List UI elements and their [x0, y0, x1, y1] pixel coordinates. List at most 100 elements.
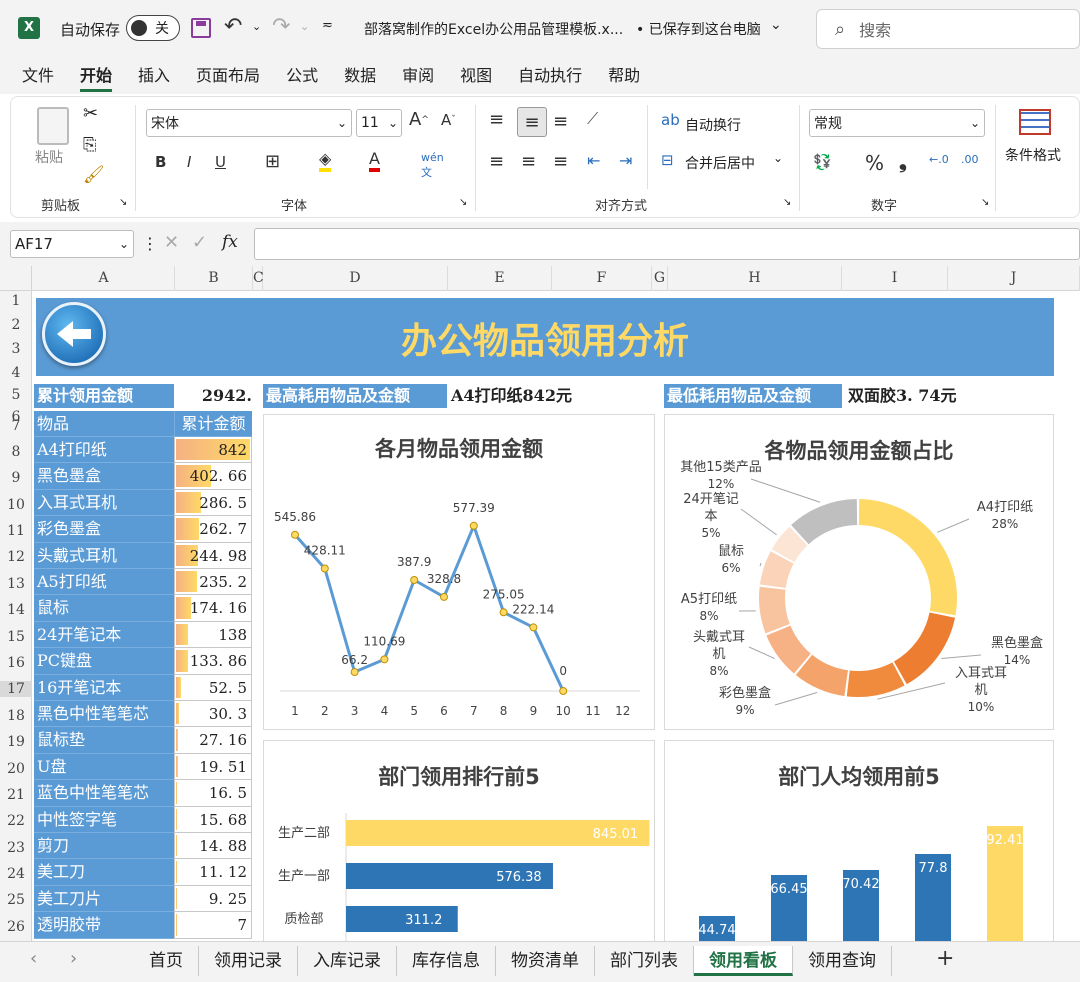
- sheet-tab[interactable]: 部门列表: [595, 946, 694, 976]
- font-size-select[interactable]: 11 ⌄: [356, 109, 402, 137]
- data-point[interactable]: [559, 687, 568, 695]
- cut-icon[interactable]: ✂: [83, 103, 98, 124]
- number-format-select[interactable]: 常规 ⌄: [809, 109, 985, 137]
- sheet-tab[interactable]: 入库记录: [298, 946, 397, 976]
- row-header[interactable]: 3: [0, 341, 32, 357]
- align-right-icon[interactable]: ≡: [553, 151, 568, 172]
- column-header-h[interactable]: H: [668, 266, 842, 291]
- column-header-e[interactable]: E: [448, 266, 552, 291]
- item-row[interactable]: A4打印纸 842: [34, 437, 254, 464]
- save-status-dropdown-icon[interactable]: ⌄: [770, 17, 782, 33]
- copy-icon[interactable]: ⎘: [83, 135, 97, 155]
- column-header-c[interactable]: C: [253, 266, 264, 291]
- row-header[interactable]: 7: [0, 418, 32, 434]
- row-header[interactable]: 14: [0, 602, 32, 618]
- tab-data[interactable]: 数据: [331, 58, 389, 94]
- item-row[interactable]: 鼠标 174. 16: [34, 595, 254, 622]
- data-point[interactable]: [499, 608, 508, 617]
- fill-color-icon[interactable]: ◈: [319, 149, 332, 172]
- row-header[interactable]: 5: [0, 387, 32, 403]
- item-row[interactable]: 头戴式耳机 244. 98: [34, 542, 254, 569]
- sheet-tab[interactable]: 领用记录: [199, 946, 298, 976]
- align-top-icon[interactable]: ≡: [489, 109, 504, 130]
- column-header-g[interactable]: G: [652, 266, 668, 291]
- font-color-icon[interactable]: A: [369, 149, 380, 172]
- row-header[interactable]: 23: [0, 840, 32, 856]
- item-row[interactable]: 剪刀 14. 88: [34, 833, 254, 860]
- merge-center-button[interactable]: 合并后居中: [685, 153, 755, 173]
- item-row[interactable]: 美工刀片 9. 25: [34, 885, 254, 913]
- name-box[interactable]: AF17 ⌄: [10, 230, 134, 258]
- row-header[interactable]: 12: [0, 549, 32, 565]
- tab-insert[interactable]: 插入: [125, 58, 183, 94]
- wrap-text-icon[interactable]: ab: [661, 111, 680, 129]
- align-left-icon[interactable]: ≡: [489, 151, 504, 172]
- sheet-tab[interactable]: 领用看板: [694, 946, 793, 976]
- row-header[interactable]: 2: [0, 317, 32, 333]
- bold-icon[interactable]: B: [155, 153, 166, 171]
- item-row[interactable]: 透明胶带 7: [34, 912, 254, 939]
- column-header-b[interactable]: B: [175, 266, 253, 291]
- orientation-icon[interactable]: ⟋: [587, 109, 598, 129]
- search-box[interactable]: ⌕ 搜索: [816, 9, 1080, 49]
- sheet-tab[interactable]: 领用查询: [793, 946, 892, 976]
- alignment-launcher-icon[interactable]: ↘: [783, 197, 791, 208]
- decrease-decimal-icon[interactable]: .00: [961, 153, 979, 166]
- save-icon[interactable]: [191, 18, 211, 38]
- item-row[interactable]: PC键盘 133. 86: [34, 648, 254, 675]
- data-point[interactable]: [440, 592, 448, 601]
- row-header[interactable]: 13: [0, 576, 32, 592]
- item-row[interactable]: 黑色墨盒 402. 66: [34, 463, 254, 490]
- customize-toolbar-icon[interactable]: ≂: [322, 18, 333, 33]
- row-header[interactable]: 20: [0, 761, 32, 777]
- enter-icon[interactable]: ✓: [192, 232, 207, 253]
- conditional-format-icon[interactable]: [1019, 109, 1051, 135]
- item-row[interactable]: 彩色墨盒 262. 7: [34, 516, 254, 543]
- item-row[interactable]: 鼠标垫 27. 16: [34, 727, 254, 754]
- format-painter-icon[interactable]: 🖌: [83, 165, 105, 185]
- tab-review[interactable]: 审阅: [389, 58, 447, 94]
- item-row[interactable]: A5打印纸 235. 2: [34, 569, 254, 596]
- undo-dropdown-icon[interactable]: ⌄: [252, 20, 261, 33]
- align-bottom-icon[interactable]: ≡: [553, 111, 568, 132]
- item-row[interactable]: 24开笔记本 138: [34, 621, 254, 649]
- decrease-font-icon[interactable]: Aˇ: [441, 111, 456, 129]
- row-header[interactable]: 11: [0, 523, 32, 539]
- tab-home[interactable]: 开始: [67, 58, 125, 94]
- item-row[interactable]: 黑色中性笔笔芯 30. 3: [34, 701, 254, 728]
- tab-help[interactable]: 帮助: [595, 58, 653, 94]
- row-header[interactable]: 19: [0, 734, 32, 750]
- border-icon[interactable]: ⊞: [265, 151, 280, 172]
- item-row[interactable]: U盘 19. 51: [34, 753, 254, 781]
- increase-indent-icon[interactable]: ⇥: [619, 151, 632, 170]
- wrap-text-button[interactable]: 自动换行: [685, 115, 741, 135]
- redo-dropdown-icon[interactable]: ⌄: [300, 20, 309, 33]
- prev-sheet-icon[interactable]: ‹: [30, 948, 37, 969]
- increase-decimal-icon[interactable]: ←.0: [929, 153, 949, 166]
- data-point[interactable]: [469, 521, 478, 530]
- data-point[interactable]: [350, 668, 359, 677]
- paste-icon[interactable]: [37, 107, 69, 145]
- sheet-tab[interactable]: 首页: [134, 946, 199, 976]
- paste-label[interactable]: 粘贴: [35, 147, 63, 167]
- row-header[interactable]: 9: [0, 470, 32, 486]
- row-header[interactable]: 18: [0, 708, 32, 724]
- row-header[interactable]: 10: [0, 497, 32, 513]
- row-header[interactable]: 24: [0, 866, 32, 882]
- sheet-tab[interactable]: 库存信息: [397, 946, 496, 976]
- clipboard-launcher-icon[interactable]: ↘: [119, 197, 127, 208]
- row-header[interactable]: 16: [0, 655, 32, 671]
- merge-dropdown-icon[interactable]: ⌄: [773, 151, 783, 165]
- column-header-f[interactable]: F: [552, 266, 652, 291]
- cancel-icon[interactable]: ✕: [164, 232, 179, 253]
- row-header[interactable]: 4: [0, 365, 32, 381]
- phonetic-icon[interactable]: wén 文: [421, 151, 444, 180]
- pie-slice[interactable]: [858, 499, 957, 616]
- conditional-format-button[interactable]: 条件格式: [1005, 145, 1061, 165]
- save-status[interactable]: • 已保存到这台电脑: [636, 19, 761, 39]
- decrease-indent-icon[interactable]: ⇤: [587, 151, 600, 170]
- column-header-j[interactable]: J: [948, 266, 1080, 291]
- add-sheet-icon[interactable]: +: [936, 946, 954, 971]
- percent-icon[interactable]: %: [865, 151, 884, 175]
- item-row[interactable]: 美工刀 11. 12: [34, 859, 254, 886]
